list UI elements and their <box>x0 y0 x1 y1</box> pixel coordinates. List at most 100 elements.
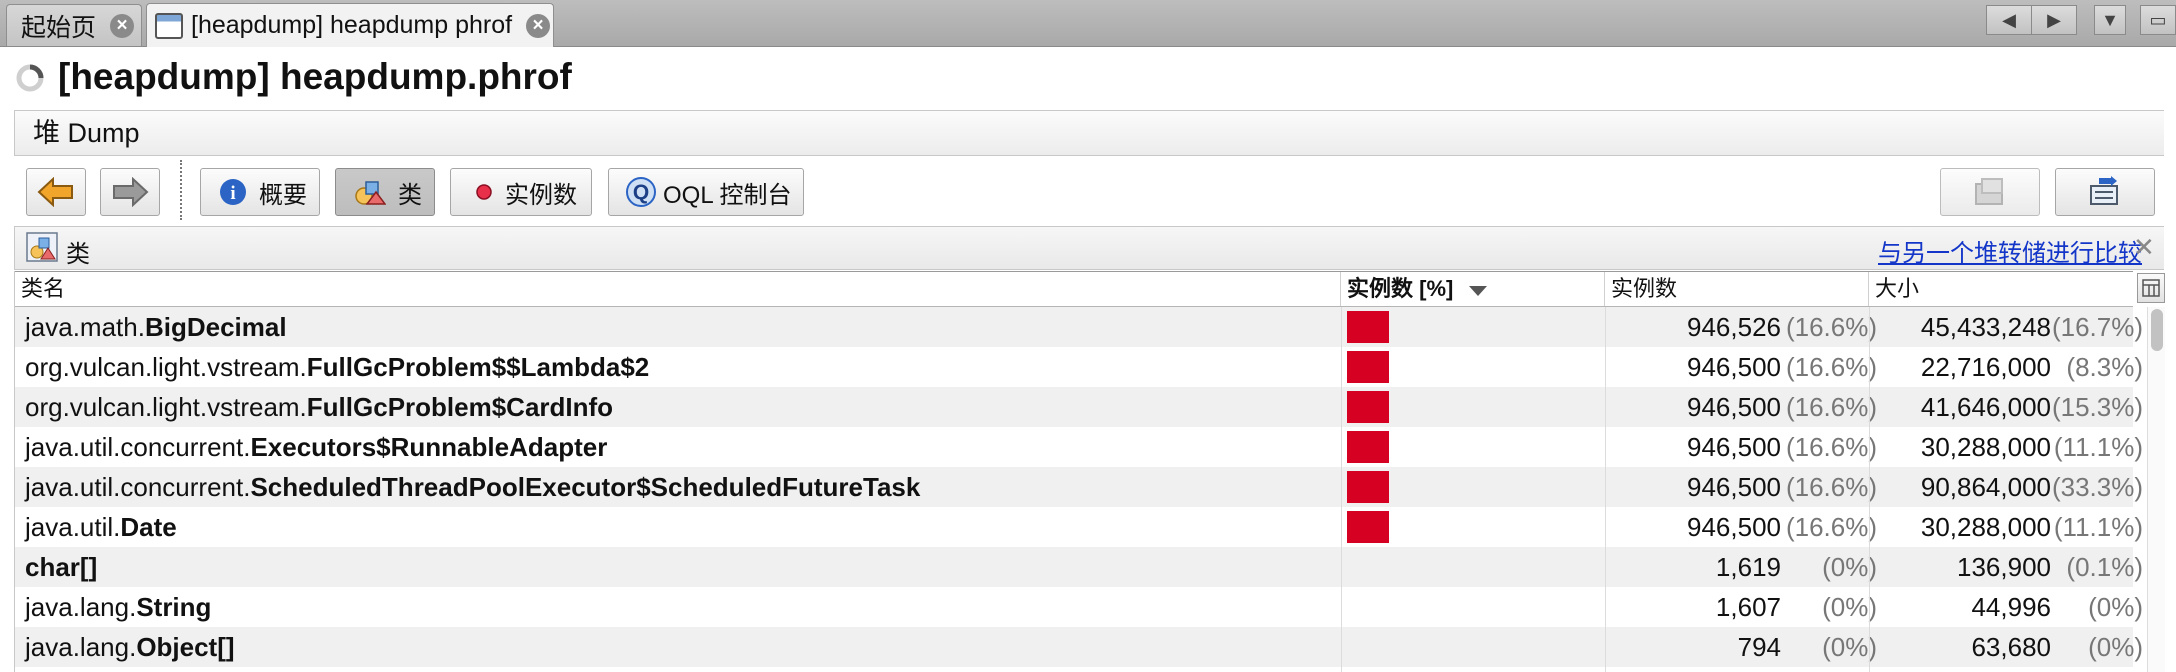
table-row[interactable]: org.vulcan.light.vstream.FullGcProblem$C… <box>15 387 2143 427</box>
vertical-scrollbar[interactable] <box>2147 307 2165 672</box>
table-row[interactable]: java.util.concurrent.ScheduledThreadPool… <box>15 467 2143 507</box>
table-row[interactable]: java.util.Date 946,500 (16.6%) 30,288,000 (1… <box>15 507 2143 547</box>
size-cell: 90,864,000 <box>1920 472 2051 502</box>
instances-percent-cell: (16.6%) <box>1785 392 1877 422</box>
size-percent-cell: (0%) <box>2088 632 2143 662</box>
size-percent-cell: (11.1%) <box>2053 432 2143 462</box>
class-simple-name: String <box>136 592 212 622</box>
scroll-tabs-right-button[interactable]: ▶ <box>2031 5 2077 35</box>
compare-heap-dump-link[interactable]: 与另一个堆转储进行比较 <box>1878 233 2142 268</box>
instances-percent-cell: (16.6%) <box>1785 352 1877 382</box>
size-cell: 30,288,000 <box>1920 432 2051 462</box>
table-row[interactable]: org.vulcan.light.vstream.FullGcProblem$$… <box>15 347 2143 387</box>
table-row[interactable]: java.lang.String 1,607 (0%) 44,996 (0%) <box>15 587 2143 627</box>
table-body: java.math.BigDecimal 946,526 (16.6%) 45,433… <box>15 307 2143 672</box>
class-name-cell: java.util.concurrent.ScheduledThreadPool… <box>25 467 920 507</box>
size-percent-cell: (11.1%) <box>2053 512 2143 542</box>
table-row[interactable]: char[] 1,619 (0%) 136,900 (0.1%) <box>15 547 2143 587</box>
tab-bar: 起始页 × [heapdump] heapdump phrof × ◀ ▶ ▼ … <box>0 0 2176 47</box>
class-package: java.util.concurrent. <box>25 472 251 502</box>
class-name-cell: java.math.BigDecimal <box>25 307 287 347</box>
column-header-class-name[interactable]: 类名 <box>15 272 1341 306</box>
instances-percent-cell: (0%) <box>1822 552 1877 582</box>
instances-count-cell: 946,500 <box>1687 512 1781 542</box>
classes-panel-title: 类 <box>66 241 90 268</box>
class-simple-name: FullGcProblem$CardInfo <box>306 392 614 422</box>
forward-button[interactable] <box>100 168 160 216</box>
arrow-right-icon <box>113 177 149 207</box>
class-name-cell: char[] <box>25 547 97 587</box>
oql-icon: Q <box>625 176 657 208</box>
summary-button[interactable]: i 概要 <box>200 168 320 216</box>
arrow-left-icon <box>37 177 73 207</box>
tab-label: [heapdump] heapdump phrof <box>191 11 513 39</box>
class-name-cell: org.vulcan.light.vstream.FullGcProblem$C… <box>25 387 613 427</box>
class-package: java.lang. <box>25 592 137 622</box>
page-title: [heapdump] heapdump.phrof <box>58 56 572 97</box>
size-percent-cell: (15.3%) <box>2051 392 2143 422</box>
tab-list-dropdown-button[interactable]: ▼ <box>2094 5 2126 35</box>
instances-percent-bar <box>1347 391 1389 423</box>
instances-percent-bar <box>1347 511 1389 543</box>
oql-console-label: OQL 控制台 <box>663 181 792 209</box>
instances-count-cell: 946,500 <box>1687 392 1781 422</box>
class-simple-name: BigDecimal <box>144 312 287 342</box>
heap-dump-header: 堆 Dump <box>14 110 2164 156</box>
column-divider <box>1341 307 1342 672</box>
back-button[interactable] <box>26 168 86 216</box>
column-header-instances-pct[interactable]: 实例数 [%] <box>1341 272 1605 306</box>
instances-count-cell: 1,607 <box>1715 592 1781 622</box>
classes-label: 类 <box>398 181 422 209</box>
close-icon[interactable]: ✕ <box>2133 232 2155 263</box>
scrollbar-thumb[interactable] <box>2151 309 2163 351</box>
size-cell: 136,900 <box>1957 552 2051 582</box>
close-icon[interactable]: × <box>526 13 551 38</box>
instances-button[interactable]: 实例数 <box>450 168 592 216</box>
column-chooser-icon[interactable] <box>2137 273 2165 303</box>
class-package: org.vulcan.light.vstream. <box>25 352 307 382</box>
column-header-instances-pct-label: 实例数 [%] <box>1347 276 1454 301</box>
oql-console-button[interactable]: Q OQL 控制台 <box>608 168 804 216</box>
maximize-window-button[interactable]: ▭ <box>2140 5 2176 35</box>
table-row[interactable]: java.lang.Object[] 794 (0%) 63,680 (0%) <box>15 627 2143 667</box>
table-header: 类名 实例数 [%] 实例数 大小 <box>15 271 2133 307</box>
instances-percent-bar <box>1347 351 1389 383</box>
class-package: java.lang. <box>25 632 137 662</box>
tab-heapdump[interactable]: [heapdump] heapdump phrof × <box>146 3 554 47</box>
table-row[interactable]: java.util.concurrent.Executors$RunnableA… <box>15 427 2143 467</box>
table-row[interactable]: java.math.BigDecimal 946,526 (16.6%) 45,433… <box>15 307 2143 347</box>
class-name-cell: java.util.Date <box>25 507 177 547</box>
instances-label: 实例数 <box>505 181 577 209</box>
instances-percent-cell: (16.6%) <box>1785 312 1877 342</box>
column-divider <box>1869 307 1870 672</box>
class-package: java.math. <box>25 312 145 342</box>
close-icon[interactable]: × <box>110 13 135 38</box>
summary-label: 概要 <box>259 181 307 209</box>
loading-spinner-icon <box>14 62 46 94</box>
instances-count-cell: 946,500 <box>1687 432 1781 462</box>
classes-icon <box>354 178 386 206</box>
classes-button[interactable]: 类 <box>335 168 435 216</box>
size-percent-cell: (33.3%) <box>2051 472 2143 502</box>
column-divider <box>1605 307 1606 672</box>
tab-start-page[interactable]: 起始页 × <box>6 4 142 46</box>
instances-count-cell: 946,500 <box>1687 472 1781 502</box>
instances-percent-cell: (16.6%) <box>1785 472 1877 502</box>
export-icon <box>2090 176 2118 205</box>
instances-percent-cell: (0%) <box>1822 632 1877 662</box>
instances-percent-bar <box>1347 471 1389 503</box>
info-icon: i <box>219 178 247 206</box>
column-header-instances[interactable]: 实例数 <box>1605 272 1869 306</box>
snapshot-button[interactable] <box>1940 168 2040 216</box>
instances-count-cell: 794 <box>1737 632 1781 662</box>
class-simple-name: Date <box>120 512 177 542</box>
instances-count-cell: 946,500 <box>1687 352 1781 382</box>
class-simple-name: char[] <box>25 552 98 582</box>
size-cell: 41,646,000 <box>1920 392 2051 422</box>
column-header-size[interactable]: 大小 <box>1869 272 2133 306</box>
class-simple-name: ScheduledThreadPoolExecutor$ScheduledFut… <box>250 472 921 502</box>
instances-count-cell: 946,526 <box>1687 312 1781 342</box>
scroll-tabs-left-button[interactable]: ◀ <box>1986 5 2032 35</box>
tab-label: 起始页 <box>21 13 97 42</box>
export-button[interactable] <box>2055 168 2155 216</box>
